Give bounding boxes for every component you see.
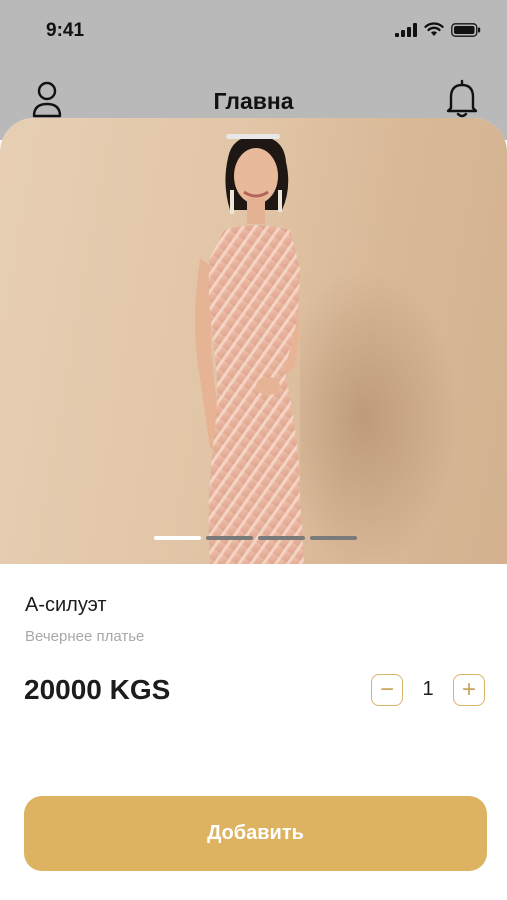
model-figure bbox=[195, 136, 304, 564]
product-subtitle: Вечернее платье bbox=[25, 628, 145, 645]
carousel-dot-active[interactable] bbox=[154, 536, 201, 540]
status-bar: 9:41 bbox=[0, 0, 507, 60]
status-time: 9:41 bbox=[46, 20, 85, 41]
carousel-indicator bbox=[154, 536, 357, 540]
increase-quantity-button[interactable]: + bbox=[453, 674, 485, 706]
wifi-icon bbox=[424, 22, 444, 36]
carousel-dot[interactable] bbox=[206, 536, 253, 540]
product-sheet: А-силуэт Вечернее платье 20000 KGS − 1 +… bbox=[0, 118, 507, 900]
add-to-cart-button[interactable]: Добавить bbox=[24, 796, 487, 871]
signal-icon bbox=[395, 22, 417, 37]
carousel-dot[interactable] bbox=[258, 536, 305, 540]
bell-icon[interactable] bbox=[445, 78, 479, 118]
page-title: Главна bbox=[213, 88, 294, 114]
carousel-dot[interactable] bbox=[310, 536, 357, 540]
product-price: 20000 KGS bbox=[24, 674, 171, 705]
quantity-value: 1 bbox=[422, 678, 434, 700]
minus-icon: − bbox=[379, 676, 394, 703]
sheet-grabber[interactable] bbox=[226, 134, 280, 139]
product-photo[interactable] bbox=[0, 118, 507, 564]
product-title: А-силуэт bbox=[25, 594, 107, 616]
plus-icon: + bbox=[461, 676, 476, 703]
add-button-label: Добавить bbox=[207, 822, 304, 844]
status-icons bbox=[395, 22, 481, 37]
battery-icon bbox=[451, 22, 481, 37]
decrease-quantity-button[interactable]: − bbox=[371, 674, 403, 706]
